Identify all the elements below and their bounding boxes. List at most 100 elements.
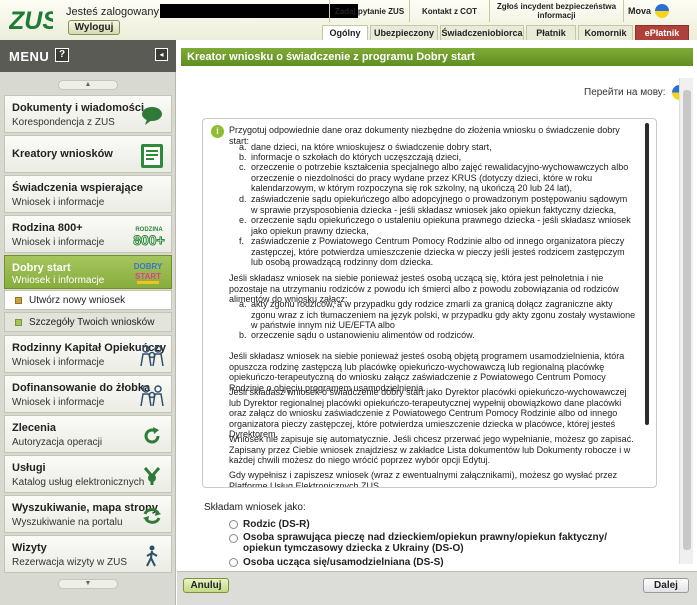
tab-ubezpieczony[interactable]: Ubezpieczony: [370, 25, 438, 40]
sidebar-item-services[interactable]: Usługi Katalog usług elektronicznych: [4, 455, 172, 493]
cancel-button[interactable]: Anuluj: [183, 578, 229, 593]
sidebar-item-application-wizards[interactable]: Kreatory wniosków: [4, 135, 172, 173]
ask-zus-link[interactable]: Zadaj pytanie ZUS: [329, 0, 409, 22]
list-item: e. orzeczenie sądu opiekuńczego o ustalen…: [239, 215, 631, 236]
language-selector[interactable]: Mova: [628, 4, 670, 18]
language-switch[interactable]: Перейти на мову:: [584, 85, 687, 100]
sidebar-item-support-benefits[interactable]: Świadczenia wspierające Wniosek i inform…: [4, 175, 172, 213]
sidebar-item-family-care-capital[interactable]: Rodzinny Kapitał Opiekuńczy Wniosek i in…: [4, 335, 172, 373]
footer-bar: Anuluj Dalej: [177, 571, 697, 605]
sidebar-subitem-create-application[interactable]: Utwórz nowy wniosek: [4, 290, 172, 310]
list-item: b. orzeczenie sądu o ustanowieniu aliment…: [239, 330, 475, 340]
rodzina-800-logo: RODZINA 800+: [129, 223, 169, 249]
submit-as-label: Składam wniosek jako:: [204, 502, 306, 513]
bullet-square-icon: [15, 319, 22, 326]
radio-student-label[interactable]: Osoba ucząca się/usamodzielniana (DS-S): [243, 557, 444, 569]
ukraine-flag-icon: [655, 4, 670, 18]
document-form-icon: [139, 143, 165, 169]
main-content: Kreator wniosku o świadczenie z programu…: [177, 40, 697, 605]
next-button[interactable]: Dalej: [643, 578, 689, 593]
svg-text:ZUS: ZUS: [9, 7, 53, 35]
scrollbar-thumb[interactable]: [683, 90, 691, 550]
tab-ogolny[interactable]: Ogólny: [322, 25, 368, 40]
language-label: Mova: [628, 6, 652, 16]
list-item: f. zaświadczenie z Powiatowego Centrum Po…: [239, 236, 625, 267]
bullet-square-icon: [15, 297, 22, 304]
sidebar-item-sublabel: Katalog usług elektronicznych: [12, 477, 145, 488]
sidebar-item-orders[interactable]: Zlecenia Autoryzacja operacji: [4, 415, 172, 453]
sidebar-item-sublabel: Wniosek i informacje: [12, 397, 105, 408]
tab-swiadczeniobiorca[interactable]: Świadczeniobiorca: [440, 25, 524, 40]
menu-scroll-down-button[interactable]: ▼: [58, 579, 118, 589]
radio-parent[interactable]: [229, 520, 238, 529]
radio-guardian[interactable]: [229, 534, 238, 543]
sidebar-item-documents[interactable]: Dokumenty i wiadomości Korespondencja z …: [4, 95, 172, 133]
sidebar-item-label: Kreatory wniosków: [12, 148, 113, 160]
tab-platnik[interactable]: Płatnik: [526, 25, 576, 40]
sidebar-subitem-application-details[interactable]: Szczegóły Twoich wniosków: [4, 312, 172, 332]
info-paragraph: Jeśli składasz wniosek o świadczenie dob…: [229, 387, 627, 439]
tab-komornik[interactable]: Komornik: [578, 25, 633, 40]
sidebar-item-sublabel: Autoryzacja operacji: [12, 437, 103, 448]
sidebar-item-label: Usługi: [12, 462, 46, 474]
person-walking-icon: [139, 543, 165, 569]
sidebar-item-search-sitemap[interactable]: Wyszukiwanie, mapa strony Wyszukiwanie n…: [4, 495, 172, 533]
zus-logo[interactable]: ZUS: [9, 5, 53, 35]
sidebar-item-label: Dobry start: [12, 262, 71, 274]
tab-eplatnik[interactable]: ePłatnik: [635, 25, 689, 40]
sidebar-item-dobry-start[interactable]: Dobry start Wniosek i informacje DOBRY ST…: [4, 255, 172, 289]
svg-text:START: START: [135, 272, 161, 281]
top-bar: ZUS Jesteś zalogowany jako: Wyloguj Zada…: [0, 0, 697, 40]
sidebar-item-label: Rodzina 800+: [12, 222, 83, 234]
sidebar-item-sublabel: Rezerwacja wizyty w ZUS: [12, 557, 128, 568]
page-title: Kreator wniosku o świadczenie z programu…: [181, 48, 693, 66]
sidebar-item-sublabel: Wniosek i informacje: [12, 275, 105, 286]
logout-button[interactable]: Wyloguj: [68, 20, 120, 35]
contact-cot-link[interactable]: Kontakt z COT: [409, 0, 489, 22]
help-icon[interactable]: ?: [55, 48, 69, 62]
sidebar-menu: MENU ? ◂ ▲ Dokumenty i wiadomości Koresp…: [0, 40, 176, 605]
radio-student[interactable]: [229, 558, 238, 567]
sidebar-item-nursery-subsidy[interactable]: Dofinansowanie do żłobka Wniosek i infor…: [4, 375, 172, 413]
sidebar-item-sublabel: Wniosek i informacje: [12, 237, 105, 248]
family-icon: [139, 343, 165, 369]
sidebar-item-label: Zlecenia: [12, 422, 57, 434]
main-scrollbar[interactable]: [679, 78, 693, 564]
radio-parent-label[interactable]: Rodzic (DS-R): [243, 519, 310, 530]
info-scrollbar[interactable]: [645, 123, 649, 425]
sidebar-subitem-label: Szczegóły Twoich wniosków: [29, 317, 155, 328]
report-incident-link[interactable]: Zgłoś incydent bezpieczeństwa informacji: [489, 0, 624, 22]
speech-bubble-icon: [139, 103, 165, 129]
sidebar-item-label: Dofinansowanie do żłobka: [12, 382, 151, 394]
menu-scroll-up-button[interactable]: ▲: [58, 80, 118, 90]
sidebar-item-sublabel: Wniosek i informacje: [12, 197, 105, 208]
svg-text:DOBRY: DOBRY: [134, 262, 163, 271]
dobry-start-logo: DOBRY START: [131, 260, 165, 286]
search-refresh-icon: [139, 503, 165, 529]
menu-title: MENU: [9, 49, 50, 64]
list-item: a. dane dzieci, na które wnioskujesz o św…: [239, 142, 492, 152]
sidebar-item-sublabel: Korespondencja z ZUS: [12, 117, 115, 128]
radio-guardian-label[interactable]: Osoba sprawująca pieczę nad dzieckiem/op…: [243, 532, 623, 554]
sidebar-item-label: Wyszukiwanie, mapa strony: [12, 502, 158, 514]
top-tabs: Ogólny Ubezpieczony Świadczeniobiorca Pł…: [322, 25, 689, 40]
info-icon: i: [211, 125, 224, 138]
collapse-menu-icon[interactable]: ◂: [155, 48, 168, 61]
list-item: a. akty zgonu rodziców, a w przypadku gdy…: [239, 299, 636, 330]
list-item: d. zaświadczenie sądu opiekuńczego albo a…: [239, 194, 628, 215]
sidebar-item-sublabel: Wyszukiwanie na portalu: [12, 517, 123, 528]
sidebar-subitem-label: Utwórz nowy wniosek: [29, 295, 126, 306]
sidebar-item-label: Dokumenty i wiadomości: [12, 102, 145, 114]
sidebar-item-sublabel: Wniosek i informacje: [12, 357, 105, 368]
info-paragraph: Wniosek nie zapisuje się automatycznie. …: [229, 434, 634, 465]
services-icon: [139, 463, 165, 489]
sidebar-item-visits[interactable]: Wizyty Rezerwacja wizyty w ZUS: [4, 535, 172, 573]
sidebar-item-rodzina-800[interactable]: Rodzina 800+ Wniosek i informacje RODZIN…: [4, 215, 172, 253]
sidebar-item-label: Świadczenia wspierające: [12, 182, 143, 194]
refresh-icon: [139, 423, 165, 449]
svg-text:800+: 800+: [133, 232, 165, 248]
info-paragraph: Gdy wypełnisz i zapiszesz wniosek (wraz …: [229, 470, 618, 488]
language-switch-label: Перейти на мову:: [584, 87, 666, 98]
list-item: b. informacje o szkołach do których uczęs…: [239, 152, 462, 162]
info-panel: i Przygotuj odpowiednie dane oraz dokume…: [202, 118, 657, 488]
